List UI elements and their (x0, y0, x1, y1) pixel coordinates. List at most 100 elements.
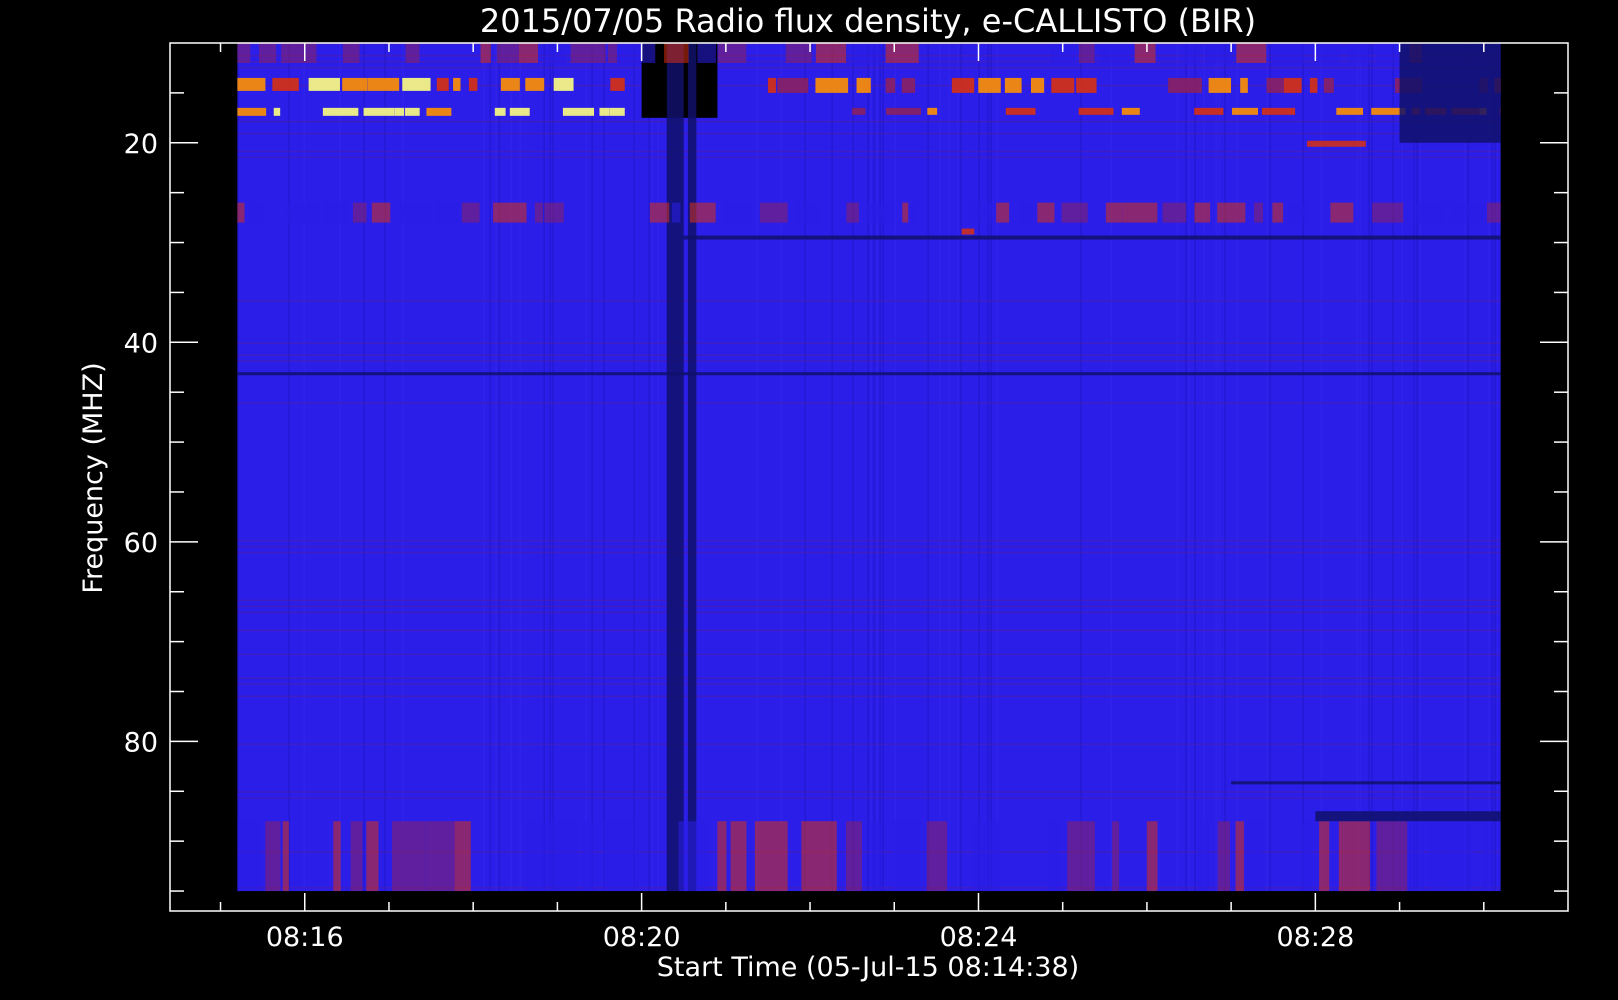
heatmap-feature-red_band (865, 202, 895, 223)
y-axis-label: Frequency (MHZ) (78, 362, 109, 593)
heatmap-feature-red_band (1162, 202, 1187, 223)
x-axis-label: Start Time (05-Jul-15 08:14:38) (657, 952, 1079, 983)
heatmap-feature-red_band (996, 202, 1010, 223)
heatmap-texture-line (1176, 43, 1178, 892)
heatmap-feature-red_band (852, 43, 882, 63)
heatmap-feature-red_band (1217, 202, 1246, 223)
heatmap-texture-line (996, 43, 998, 892)
heatmap-texture-row (237, 611, 1501, 614)
heatmap-feature-red_band (518, 43, 538, 63)
heatmap-texture-line (870, 43, 872, 892)
heatmap-texture-line (1413, 43, 1415, 892)
heatmap-feature-bright_band (1194, 107, 1224, 115)
heatmap-texture-line (657, 43, 659, 892)
heatmap-feature-red_band (1047, 821, 1061, 892)
heatmap-feature-bright_band (856, 77, 871, 93)
heatmap-feature-red_band (480, 43, 491, 63)
heatmap-feature-red_band (794, 202, 819, 223)
heatmap-texture-line (939, 43, 941, 892)
chart-title: 2015/07/05 Radio flux density, e-CALLIST… (480, 2, 1256, 40)
heatmap-feature-red_band (545, 43, 567, 63)
heatmap-feature-red_band (1099, 43, 1131, 63)
heatmap-feature-red_band (1312, 43, 1341, 63)
heatmap-feature-red_band (1018, 202, 1034, 223)
heatmap-feature-red_band (237, 821, 262, 892)
heatmap-texture-line (831, 43, 833, 892)
heatmap-texture-line (339, 43, 341, 892)
heatmap-texture-row (237, 120, 1501, 123)
heatmap-feature-red_band (366, 821, 379, 892)
heatmap-texture-line (1188, 43, 1190, 892)
heatmap-texture-row (237, 695, 1501, 697)
heatmap-feature-red_band (1236, 43, 1267, 63)
heatmap-feature-red_band (392, 821, 426, 892)
heatmap-feature-red_band (718, 43, 747, 63)
heatmap-texture-line (633, 43, 635, 892)
heatmap-texture-line (1494, 43, 1496, 892)
heatmap-texture-row (237, 150, 1501, 153)
heatmap-feature-red_band (1194, 202, 1211, 223)
heatmap-feature-red_band (785, 43, 812, 63)
heatmap-feature-bright_band (272, 77, 299, 91)
heatmap-feature-bright_band (1208, 77, 1232, 93)
heatmap-feature-red_band (286, 202, 321, 223)
heatmap-feature-red_band (1413, 202, 1445, 223)
heatmap-texture-line (780, 43, 782, 892)
heatmap-feature-red_band (1372, 202, 1404, 223)
heatmap-texture-line (1359, 43, 1361, 892)
heatmap-feature-red_band (1408, 821, 1424, 892)
heatmap-feature-bright_band (1051, 77, 1075, 93)
heatmap-feature-bright_band (562, 107, 595, 116)
heatmap-feature-bright_band (367, 77, 400, 91)
heatmap-texture-line (1224, 43, 1226, 892)
heatmap-feature-bright_band (308, 77, 340, 91)
heatmap-feature-red_band (1105, 202, 1123, 223)
heatmap-feature-red_band (671, 202, 681, 223)
heatmap-texture-line (873, 43, 875, 892)
heatmap-feature-red_band (1122, 202, 1158, 223)
heatmap-texture-row (237, 66, 1501, 69)
heatmap-feature-bright_band (1078, 107, 1114, 115)
heatmap-feature-red_band (496, 43, 519, 63)
heatmap-feature-red_band (1205, 43, 1233, 63)
heatmap-feature-red_band (1319, 821, 1330, 892)
heatmap-feature-red_band (801, 821, 837, 892)
heatmap-texture-line (756, 43, 758, 892)
heatmap-feature-red_band (333, 821, 341, 892)
heatmap-feature-red_band (1254, 202, 1263, 223)
heatmap-feature-red_band (1272, 43, 1305, 63)
heatmap-feature-red_band (607, 43, 617, 63)
heatmap-feature-red_band (548, 821, 579, 892)
heatmap-texture-line (879, 43, 881, 892)
heatmap-feature-red_band (885, 43, 919, 63)
heatmap-texture-line (978, 43, 980, 892)
heatmap-texture-line (495, 43, 497, 892)
heatmap-feature-red_band (525, 821, 546, 892)
heatmap-texture-line (1080, 43, 1082, 892)
heatmap-feature-red_band (237, 202, 245, 223)
heatmap-feature-red_band (678, 821, 708, 892)
heatmap-feature-red_band (1376, 43, 1400, 63)
heatmap-feature-red_band (350, 821, 363, 892)
heatmap-feature-bright_band (852, 107, 866, 115)
heatmap-texture-line (303, 43, 305, 892)
heatmap-texture-line (987, 43, 989, 892)
heatmap-feature-red_band (815, 43, 847, 63)
heatmap-feature-red_band (1197, 821, 1210, 892)
heatmap-feature-bright_band (885, 77, 896, 93)
heatmap-texture-line (498, 43, 500, 892)
heatmap-feature-bright_band (1030, 77, 1045, 93)
heatmap-feature-bright_band (273, 107, 281, 116)
heatmap-feature-red_band (1134, 43, 1156, 63)
heatmap-feature-red_band (1037, 202, 1055, 223)
heatmap-texture-line (1185, 43, 1187, 892)
heatmap-texture-line (648, 43, 650, 892)
heatmap-feature-red_band (461, 202, 480, 223)
heatmap-feature-red_band (1051, 43, 1077, 63)
heatmap-feature-red_band (730, 821, 747, 892)
x-tick-label: 08:24 (940, 922, 1018, 953)
heatmap-texture-line (882, 43, 884, 892)
heatmap-feature-bright_band (468, 77, 478, 91)
heatmap-texture-line (1401, 43, 1403, 892)
heatmap-feature-dark_line (1231, 781, 1501, 785)
